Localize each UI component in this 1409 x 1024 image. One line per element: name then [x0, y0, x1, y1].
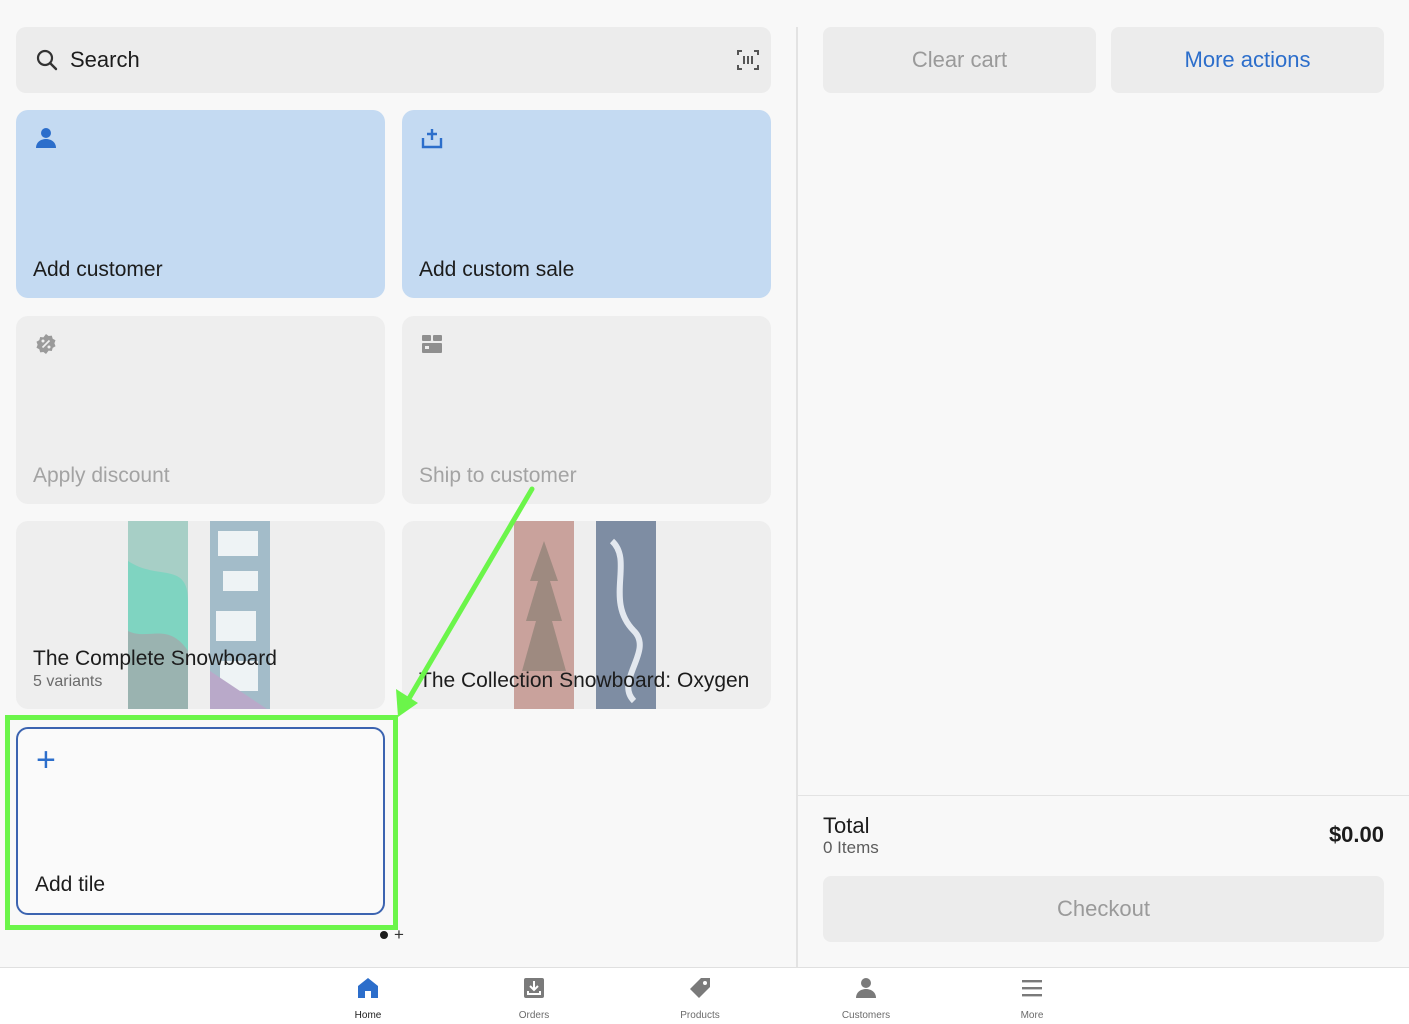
- total-amount: $0.00: [1328, 822, 1384, 847]
- barcode-scan-icon[interactable]: [737, 49, 759, 71]
- nav-label: Products: [680, 1010, 720, 1021]
- shipping-box-icon: [422, 335, 442, 353]
- highlight-box: [5, 715, 398, 930]
- tile-label: Add custom sale: [419, 258, 575, 281]
- total-label: Total: [823, 813, 870, 838]
- nav-label: Home: [354, 1010, 382, 1021]
- nav-label: Customers: [841, 1010, 891, 1021]
- cart-panel: Clear cart More actions Total 0 Items $0…: [798, 0, 1409, 967]
- home-icon: [358, 978, 378, 998]
- page-dot[interactable]: [380, 931, 388, 939]
- search-placeholder: Search: [70, 47, 140, 72]
- search-icon: [36, 49, 58, 71]
- tag-icon: [690, 978, 710, 998]
- annotation-arrow: [396, 486, 535, 717]
- clear-cart-button[interactable]: Clear cart: [823, 27, 1096, 93]
- nav-more[interactable]: More: [987, 976, 1077, 1021]
- orders-icon: [524, 978, 544, 998]
- tile-apply-discount[interactable]: Apply discount: [16, 316, 385, 504]
- tile-label: Apply discount: [33, 464, 170, 487]
- nav-home[interactable]: Home: [323, 976, 413, 1021]
- discount-badge-icon: [36, 334, 56, 354]
- nav-orders[interactable]: Orders: [489, 976, 579, 1021]
- product-label: The Complete Snowboard 5 variants: [33, 646, 277, 693]
- search-bar[interactable]: Search: [16, 27, 771, 93]
- nav-label: Orders: [518, 1010, 550, 1021]
- tile-ship-to-customer[interactable]: Ship to customer: [402, 316, 771, 504]
- nav-products[interactable]: Products: [655, 976, 745, 1021]
- add-to-tray-icon: [421, 129, 443, 149]
- tile-product-complete-snowboard[interactable]: The Complete Snowboard 5 variants: [16, 521, 385, 709]
- nav-customers[interactable]: Customers: [821, 976, 911, 1021]
- product-variants: 5 variants: [33, 673, 103, 690]
- tile-grid-panel: Search Add customer Add custom sale Appl…: [0, 0, 797, 967]
- nav-label: More: [1020, 1010, 1044, 1021]
- add-page-icon[interactable]: +: [394, 926, 404, 943]
- page-indicator: +: [380, 926, 404, 943]
- product-title: The Complete Snowboard: [33, 647, 277, 670]
- item-count: 0 Items: [823, 838, 879, 857]
- bottom-navigation: Home Orders Products Customers More: [0, 967, 1409, 1024]
- person-icon: [36, 128, 56, 148]
- menu-icon: [1022, 980, 1042, 997]
- person-icon: [856, 978, 876, 998]
- checkout-button[interactable]: Checkout: [823, 876, 1384, 942]
- more-actions-button[interactable]: More actions: [1111, 27, 1384, 93]
- tile-add-custom-sale[interactable]: Add custom sale: [402, 110, 771, 298]
- tile-add-customer[interactable]: Add customer: [16, 110, 385, 298]
- tile-label: Add customer: [33, 258, 163, 281]
- totals-divider: [798, 795, 1409, 796]
